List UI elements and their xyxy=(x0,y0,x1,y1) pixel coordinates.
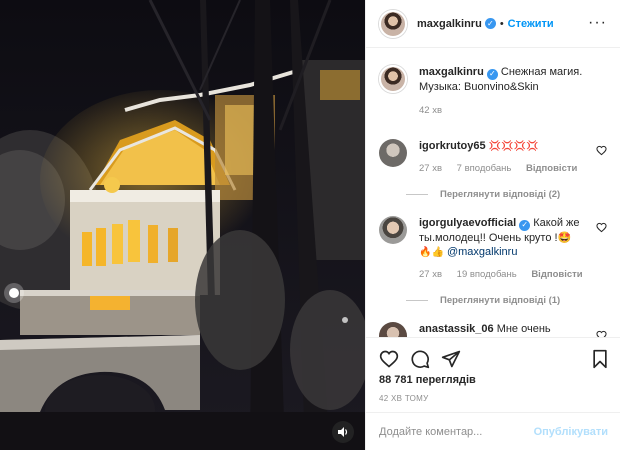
post-timestamp[interactable]: 42 ХВ ТОМУ xyxy=(379,394,429,403)
comment-time[interactable]: 27 хв xyxy=(419,163,442,174)
comment-text-line2: ты.молодец!! Очень круто !🤩 xyxy=(419,231,572,244)
view-replies-label: Переглянути відповіді (2) xyxy=(440,189,561,200)
caption-text-line1: Снежная магия. xyxy=(500,66,583,78)
night-castle-image xyxy=(0,0,365,450)
commenter-avatar[interactable] xyxy=(379,216,407,244)
add-comment-bar: Опублікувати xyxy=(366,412,620,450)
comment-item: anastassik_06 Мне очень xyxy=(379,322,609,337)
comment-text-line1: Какой же xyxy=(533,217,580,229)
post-side-panel: maxgalkinru ✓ • Стежити ··· maxgalkinru ✓… xyxy=(365,0,620,450)
comment-bubble-icon[interactable] xyxy=(410,349,430,369)
caption-text-line2: Музыка: Buonvino&Skin xyxy=(419,80,539,93)
like-heart-icon[interactable] xyxy=(379,349,399,369)
comment-username[interactable]: igorkrutoy65 xyxy=(419,140,486,152)
comment-emoji: 🔥👍 xyxy=(419,246,444,258)
commenter-avatar[interactable] xyxy=(379,322,407,337)
verified-badge-icon: ✓ xyxy=(484,18,496,29)
caption-time[interactable]: 42 хв xyxy=(419,105,442,116)
view-replies-label: Переглянути відповіді (1) xyxy=(440,295,561,306)
comment-mention-link[interactable]: @maxgalkinru xyxy=(447,246,517,258)
comment-likes[interactable]: 19 вподобань xyxy=(457,269,517,280)
like-comment-heart-icon[interactable] xyxy=(596,330,607,337)
comment-item: igorgulyaevofficial ✓ Какой же ты.молодец… xyxy=(379,216,609,282)
mute-toggle-button[interactable] xyxy=(332,421,354,443)
comment-item: igorkrutoy65 💢💢💢💢 27 хв 7 вподобань Відп… xyxy=(379,139,609,176)
replies-divider xyxy=(406,300,428,301)
verified-badge-icon: ✓ xyxy=(519,219,531,231)
replies-divider xyxy=(406,194,428,195)
post-comment-button[interactable]: Опублікувати xyxy=(534,426,608,438)
post-header: maxgalkinru ✓ • Стежити ··· xyxy=(366,0,620,48)
like-comment-heart-icon[interactable] xyxy=(596,145,607,156)
caption: maxgalkinru ✓ Снежная магия. Музыка: Buon… xyxy=(379,65,609,118)
view-replies-button[interactable]: Переглянути відповіді (1) xyxy=(406,295,560,306)
bookmark-icon[interactable] xyxy=(591,349,609,369)
views-count[interactable]: 88 781 переглядів xyxy=(379,374,476,386)
comment-likes[interactable]: 7 вподобань xyxy=(457,163,512,174)
more-options-icon[interactable]: ··· xyxy=(588,14,607,32)
caption-avatar[interactable] xyxy=(379,65,407,93)
like-comment-heart-icon[interactable] xyxy=(596,222,607,233)
comment-text: Мне очень xyxy=(496,323,551,335)
commenter-avatar[interactable] xyxy=(379,139,407,167)
follow-button[interactable]: Стежити xyxy=(508,18,554,30)
post-video[interactable] xyxy=(0,0,365,450)
reply-button[interactable]: Відповісти xyxy=(526,163,577,174)
separator-dot: • xyxy=(499,17,504,30)
speaker-icon xyxy=(338,427,348,437)
view-replies-button[interactable]: Переглянути відповіді (2) xyxy=(406,189,560,200)
author-avatar[interactable] xyxy=(379,9,407,38)
comment-input[interactable] xyxy=(379,425,534,438)
comment-time[interactable]: 27 хв xyxy=(419,269,442,280)
caption-username[interactable]: maxgalkinru xyxy=(419,66,484,78)
comment-username[interactable]: anastassik_06 xyxy=(419,323,494,335)
verified-badge-icon: ✓ xyxy=(486,68,498,80)
share-paper-plane-icon[interactable] xyxy=(441,349,461,369)
comment-text: 💢💢💢💢 xyxy=(488,141,539,152)
author-username[interactable]: maxgalkinru xyxy=(417,18,482,30)
comment-username[interactable]: igorgulyaevofficial xyxy=(419,217,516,229)
comments-list[interactable]: maxgalkinru ✓ Снежная магия. Музыка: Buon… xyxy=(366,49,620,337)
reply-button[interactable]: Відповісти xyxy=(531,269,582,280)
